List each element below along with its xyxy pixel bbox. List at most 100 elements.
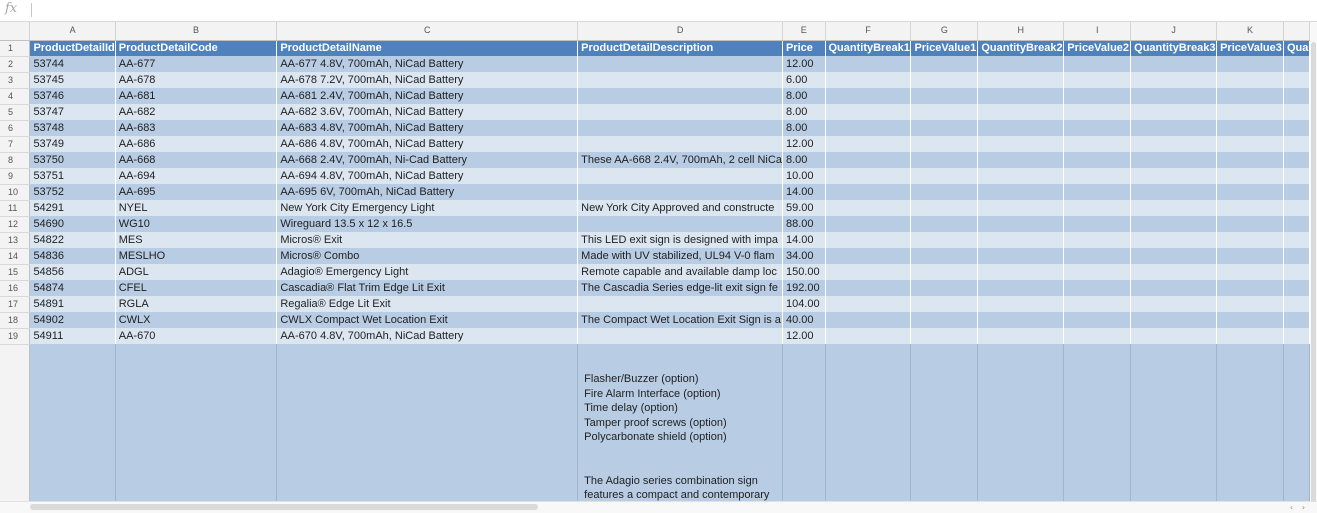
- cell[interactable]: [825, 312, 912, 328]
- cell[interactable]: [910, 264, 979, 280]
- row-number[interactable]: 1: [0, 40, 31, 57]
- row-number[interactable]: 12: [0, 216, 31, 233]
- cell[interactable]: [825, 232, 912, 248]
- cell[interactable]: [1063, 184, 1132, 200]
- cell[interactable]: 53746: [29, 88, 116, 104]
- cell[interactable]: AA-678 7.2V, 700mAh, NiCad Battery: [276, 72, 579, 88]
- cell[interactable]: Micros® Exit: [276, 232, 579, 248]
- cell[interactable]: CWLX: [115, 312, 278, 328]
- cell[interactable]: [977, 56, 1065, 72]
- cell[interactable]: [1063, 56, 1132, 72]
- cell[interactable]: [1283, 344, 1310, 501]
- scroll-left-icon[interactable]: ‹: [1287, 503, 1296, 512]
- cell[interactable]: [1216, 56, 1284, 72]
- row-number[interactable]: 2: [0, 56, 31, 73]
- cell[interactable]: [1063, 328, 1132, 344]
- header-cell[interactable]: Price: [782, 40, 826, 56]
- cell[interactable]: MES: [115, 232, 278, 248]
- cell[interactable]: [977, 344, 1065, 501]
- cell-description-multiline[interactable]: Flasher/Buzzer (option) Fire Alarm Interf…: [577, 344, 783, 501]
- row-number[interactable]: [0, 344, 31, 501]
- cell[interactable]: [910, 152, 979, 168]
- cell[interactable]: [1283, 88, 1310, 104]
- cell[interactable]: AA-682 3.6V, 700mAh, NiCad Battery: [276, 104, 579, 120]
- cell[interactable]: AA-682: [115, 104, 278, 120]
- cell[interactable]: 53744: [29, 56, 116, 72]
- cell[interactable]: [1283, 264, 1310, 280]
- select-all-corner[interactable]: [0, 22, 31, 41]
- column-header-c[interactable]: C: [276, 22, 579, 41]
- cell[interactable]: [977, 312, 1065, 328]
- cell[interactable]: [1063, 72, 1132, 88]
- cell[interactable]: [910, 136, 979, 152]
- cell[interactable]: [825, 280, 912, 296]
- row-number[interactable]: 10: [0, 184, 31, 201]
- cell[interactable]: [577, 120, 783, 136]
- cell[interactable]: The Cascadia Series edge-lit exit sign f…: [577, 280, 783, 296]
- cell[interactable]: 54690: [29, 216, 116, 232]
- cell[interactable]: [1130, 280, 1218, 296]
- cell[interactable]: [1130, 216, 1218, 232]
- cell[interactable]: Cascadia® Flat Trim Edge Lit Exit: [276, 280, 579, 296]
- row-number[interactable]: 6: [0, 120, 31, 137]
- cell[interactable]: [1063, 248, 1132, 264]
- cell[interactable]: 53748: [29, 120, 116, 136]
- cell[interactable]: [1063, 136, 1132, 152]
- row-number[interactable]: 3: [0, 72, 31, 89]
- cell[interactable]: 12.00: [782, 136, 826, 152]
- cell[interactable]: [910, 280, 979, 296]
- cell[interactable]: [1130, 264, 1218, 280]
- cell[interactable]: [910, 216, 979, 232]
- cell[interactable]: New York City Approved and constructe: [577, 200, 783, 216]
- cell[interactable]: [1216, 216, 1284, 232]
- row-number[interactable]: 11: [0, 200, 31, 217]
- row-number[interactable]: 17: [0, 296, 31, 313]
- cell[interactable]: 54874: [29, 280, 116, 296]
- cell[interactable]: [1130, 296, 1218, 312]
- header-cell[interactable]: PriceValue1: [910, 40, 979, 56]
- vertical-scroll-thumb[interactable]: [1311, 42, 1316, 507]
- cell[interactable]: [910, 56, 979, 72]
- cell[interactable]: [825, 120, 912, 136]
- cell[interactable]: [1283, 200, 1310, 216]
- cell[interactable]: [1283, 120, 1310, 136]
- cell[interactable]: [910, 344, 979, 501]
- cell[interactable]: [910, 184, 979, 200]
- cell[interactable]: 53752: [29, 184, 116, 200]
- header-cell[interactable]: ProductDetailId: [29, 40, 116, 56]
- header-cell[interactable]: ProductDetailCode: [115, 40, 278, 56]
- column-header-g[interactable]: G: [910, 22, 979, 41]
- cell[interactable]: [910, 312, 979, 328]
- cell[interactable]: [1216, 152, 1284, 168]
- cell[interactable]: [1130, 88, 1218, 104]
- cell[interactable]: [577, 136, 783, 152]
- column-header-e[interactable]: E: [782, 22, 826, 41]
- cell[interactable]: 59.00: [782, 200, 826, 216]
- cell[interactable]: AA-683: [115, 120, 278, 136]
- cell[interactable]: [910, 168, 979, 184]
- cell[interactable]: [1283, 136, 1310, 152]
- cell[interactable]: AA-686: [115, 136, 278, 152]
- cell[interactable]: AA-694: [115, 168, 278, 184]
- cell[interactable]: [1063, 264, 1132, 280]
- cell[interactable]: [825, 216, 912, 232]
- cell[interactable]: [910, 72, 979, 88]
- cell[interactable]: [977, 296, 1065, 312]
- cell[interactable]: [977, 88, 1065, 104]
- cell[interactable]: 54291: [29, 200, 116, 216]
- cell[interactable]: [1283, 104, 1310, 120]
- cell[interactable]: [825, 344, 912, 501]
- cell[interactable]: AA-668: [115, 152, 278, 168]
- cell[interactable]: 6.00: [782, 72, 826, 88]
- row-number[interactable]: 7: [0, 136, 31, 153]
- cell[interactable]: [977, 280, 1065, 296]
- cell[interactable]: Remote capable and available damp loc: [577, 264, 783, 280]
- cell[interactable]: AA-681: [115, 88, 278, 104]
- cell[interactable]: 88.00: [782, 216, 826, 232]
- cell[interactable]: [825, 56, 912, 72]
- cell[interactable]: 8.00: [782, 104, 826, 120]
- cell[interactable]: [1063, 312, 1132, 328]
- header-cell[interactable]: QuantityBreak1: [825, 40, 912, 56]
- cell[interactable]: Regalia® Edge Lit Exit: [276, 296, 579, 312]
- header-cell[interactable]: ProductDetailName: [276, 40, 579, 56]
